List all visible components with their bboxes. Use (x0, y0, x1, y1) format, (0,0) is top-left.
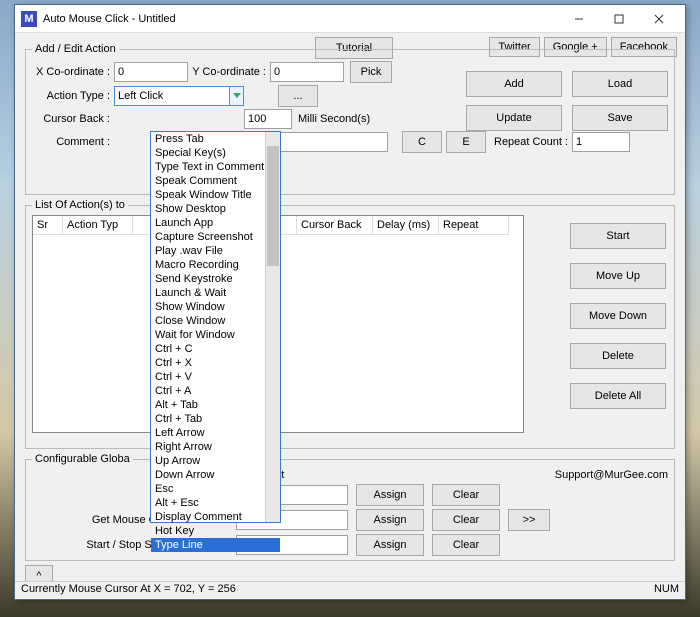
dropdown-item[interactable]: Ctrl + C (151, 342, 280, 356)
scroll-thumb[interactable] (267, 146, 279, 266)
dropdown-item[interactable]: Ctrl + A (151, 384, 280, 398)
shortcuts-legend: Configurable Globa (32, 453, 133, 465)
move-up-button[interactable]: Move Up (570, 263, 666, 289)
action-list-group: List Of Action(s) to Sr Action Typ Curso… (25, 199, 675, 449)
dropdown-item[interactable]: Esc (151, 482, 280, 496)
action-type-select[interactable] (114, 86, 230, 106)
dropdown-item[interactable]: Press Tab (151, 132, 280, 146)
close-button[interactable] (639, 7, 679, 31)
dropdown-item[interactable]: Ctrl + Tab (151, 412, 280, 426)
move-down-button[interactable]: Move Down (570, 303, 666, 329)
x-label: X Co-ordinate : (32, 66, 114, 78)
window-title: Auto Mouse Click - Untitled (43, 13, 559, 25)
dropdown-scrollbar[interactable] (265, 132, 280, 522)
add-edit-group: Add / Edit Action X Co-ordinate : Y Co-o… (25, 43, 675, 195)
col-sr[interactable]: Sr (33, 216, 63, 235)
app-icon: M (21, 11, 37, 27)
content-area: Twitter Google + Facebook Tutorial Add /… (15, 33, 685, 581)
dropdown-item[interactable]: Type Text in Comment (151, 160, 280, 174)
add-edit-legend: Add / Edit Action (32, 43, 119, 55)
dropdown-item[interactable]: Ctrl + X (151, 356, 280, 370)
maximize-button[interactable] (599, 7, 639, 31)
dropdown-item[interactable]: Launch App (151, 216, 280, 230)
delete-all-button[interactable]: Delete All (570, 383, 666, 409)
col-cursor-back[interactable]: Cursor Back (297, 216, 373, 235)
pick-button[interactable]: Pick (350, 61, 392, 83)
delay-input[interactable] (244, 109, 292, 129)
dropdown-item[interactable]: Down Arrow (151, 468, 280, 482)
add-button[interactable]: Add (466, 71, 562, 97)
e-button[interactable]: E (446, 131, 486, 153)
dropdown-item[interactable]: Speak Window Title (151, 188, 280, 202)
action-type-dropdown[interactable]: Press TabSpecial Key(s)Type Text in Comm… (150, 131, 281, 523)
titlebar[interactable]: M Auto Mouse Click - Untitled (15, 5, 685, 33)
dropdown-item[interactable]: Right Arrow (151, 440, 280, 454)
dropdown-item[interactable]: Alt + Tab (151, 398, 280, 412)
action-more-button[interactable]: ... (278, 85, 318, 107)
dropdown-item[interactable]: Play .wav File (151, 244, 280, 258)
c-button[interactable]: C (402, 131, 442, 153)
dropdown-item[interactable]: Speak Comment (151, 174, 280, 188)
dropdown-item[interactable]: Show Window (151, 300, 280, 314)
assign2-button[interactable]: Assign (356, 509, 424, 531)
more-button[interactable]: >> (508, 509, 550, 531)
dropdown-item[interactable]: Close Window (151, 314, 280, 328)
chevron-down-icon[interactable] (230, 86, 244, 106)
repeat-count-label: Repeat Count : (486, 136, 572, 148)
repeat-count-input[interactable] (572, 132, 630, 152)
dropdown-item[interactable]: Up Arrow (151, 454, 280, 468)
status-text: Currently Mouse Cursor At X = 702, Y = 2… (21, 583, 236, 598)
action-list-legend: List Of Action(s) to (32, 199, 128, 211)
num-indicator: NUM (654, 583, 679, 598)
update-button[interactable]: Update (466, 105, 562, 131)
dropdown-item[interactable]: Launch & Wait (151, 286, 280, 300)
cursor-back-label: Cursor Back : (32, 113, 114, 125)
assign3-button[interactable]: Assign (356, 534, 424, 556)
action-type-label: Action Type : (32, 90, 114, 102)
dropdown-item[interactable]: Send Keystroke (151, 272, 280, 286)
clear2-button[interactable]: Clear (432, 509, 500, 531)
dropdown-item[interactable]: Special Key(s) (151, 146, 280, 160)
delete-button[interactable]: Delete (570, 343, 666, 369)
comment-label: Comment : (32, 136, 114, 148)
clear1-button[interactable]: Clear (432, 484, 500, 506)
dropdown-item[interactable]: Left Arrow (151, 426, 280, 440)
x-input[interactable] (114, 62, 188, 82)
y-input[interactable] (270, 62, 344, 82)
col-action-type[interactable]: Action Typ (63, 216, 133, 235)
dropdown-item[interactable]: Display Comment (151, 510, 280, 524)
dropdown-item[interactable]: Alt + Esc (151, 496, 280, 510)
ms-label: Milli Second(s) (298, 113, 370, 125)
dropdown-item[interactable]: Type Line (151, 538, 280, 552)
app-window: M Auto Mouse Click - Untitled Twitter Go… (14, 4, 686, 600)
minimize-button[interactable] (559, 7, 599, 31)
dropdown-item[interactable]: Capture Screenshot (151, 230, 280, 244)
status-bar: Currently Mouse Cursor At X = 702, Y = 2… (15, 581, 685, 599)
dropdown-item[interactable]: Show Desktop (151, 202, 280, 216)
col-delay[interactable]: Delay (ms) (373, 216, 439, 235)
dropdown-item[interactable]: Macro Recording (151, 258, 280, 272)
support-link[interactable]: Support@MurGee.com (555, 469, 668, 481)
clear3-button[interactable]: Clear (432, 534, 500, 556)
shortcuts-group: Configurable Globa this Script Support@M… (25, 453, 675, 561)
col-repeat[interactable]: Repeat (439, 216, 509, 235)
dropdown-item[interactable]: Ctrl + V (151, 370, 280, 384)
dropdown-item[interactable]: Hot Key (151, 524, 280, 538)
y-label: Y Co-ordinate : (188, 66, 270, 78)
start-button[interactable]: Start (570, 223, 666, 249)
save-button[interactable]: Save (572, 105, 668, 131)
load-button[interactable]: Load (572, 71, 668, 97)
dropdown-item[interactable]: Wait for Window (151, 328, 280, 342)
assign1-button[interactable]: Assign (356, 484, 424, 506)
